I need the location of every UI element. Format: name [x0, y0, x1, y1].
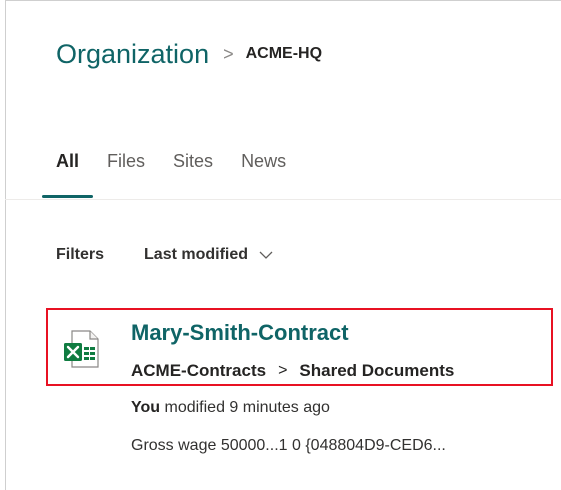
modified-time: modified 9 minutes ago: [164, 399, 330, 416]
result-path-site[interactable]: ACME-Contracts: [131, 361, 266, 381]
filters-bar: Filters Last modified: [56, 238, 274, 272]
result-snippet: Gross wage 50000...1 0 {048804D9-CED6...: [131, 437, 446, 454]
filters-label: Filters: [56, 246, 105, 263]
result-modified-info: You modified 9 minutes ago: [131, 399, 330, 417]
modified-by: You: [131, 399, 161, 416]
tab-sites[interactable]: Sites: [159, 140, 227, 182]
result-path-library[interactable]: Shared Documents: [299, 361, 454, 381]
excel-file-icon: [64, 330, 99, 368]
tab-news[interactable]: News: [227, 140, 300, 182]
search-tabs: All Files Sites News: [42, 140, 300, 200]
last-modified-filter[interactable]: Last modified: [144, 246, 274, 264]
breadcrumb-separator-icon: >: [223, 43, 234, 64]
breadcrumb-root[interactable]: Organization: [56, 39, 209, 70]
result-title-link[interactable]: Mary-Smith-Contract: [131, 320, 349, 346]
tab-all[interactable]: All: [42, 140, 94, 198]
breadcrumb-current: ACME-HQ: [245, 45, 323, 62]
breadcrumb: Organization > ACME-HQ: [56, 34, 322, 74]
path-separator-icon: >: [278, 362, 288, 379]
result-path: ACME-Contracts > Shared Documents: [131, 361, 454, 381]
last-modified-label: Last modified: [144, 246, 249, 263]
tab-files[interactable]: Files: [93, 140, 159, 182]
tabs-divider: [5, 199, 561, 200]
chevron-down-icon: [259, 251, 273, 259]
